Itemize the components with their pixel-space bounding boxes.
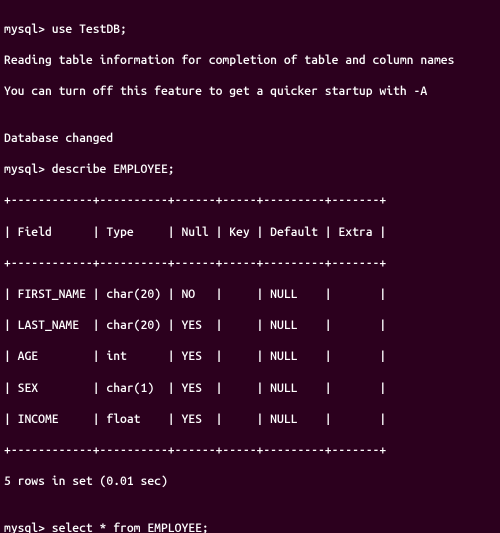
output-text: Reading table information for completion… xyxy=(4,53,496,69)
table-header: | Field | Type | Null | Key | Default | … xyxy=(4,225,496,241)
command-line: mysql> describe EMPLOYEE; xyxy=(4,162,496,178)
table-row: | SEX | char(1) | YES | | NULL | | xyxy=(4,381,496,397)
table-row: | INCOME | float | YES | | NULL | | xyxy=(4,412,496,428)
command-input: use TestDB; xyxy=(52,23,127,36)
output-text: Database changed xyxy=(4,131,496,147)
terminal[interactable]: mysql> use TestDB; Reading table informa… xyxy=(0,0,500,533)
table-row: | AGE | int | YES | | NULL | | xyxy=(4,349,496,365)
result-summary: 5 rows in set (0.01 sec) xyxy=(4,474,496,490)
mysql-prompt: mysql> xyxy=(4,23,52,36)
table-row: | LAST_NAME | char(20) | YES | | NULL | … xyxy=(4,318,496,334)
mysql-prompt: mysql> xyxy=(4,163,52,176)
mysql-prompt: mysql> xyxy=(4,522,52,533)
table-separator: +------------+----------+------+-----+--… xyxy=(4,443,496,459)
command-line: mysql> select * from EMPLOYEE; xyxy=(4,521,496,533)
table-separator: +------------+----------+------+-----+--… xyxy=(4,193,496,209)
output-text: You can turn off this feature to get a q… xyxy=(4,84,496,100)
table-row: | FIRST_NAME | char(20) | NO | | NULL | … xyxy=(4,287,496,303)
table-separator: +------------+----------+------+-----+--… xyxy=(4,256,496,272)
command-line: mysql> use TestDB; xyxy=(4,22,496,38)
command-input: select * from EMPLOYEE; xyxy=(52,522,209,533)
command-input: describe EMPLOYEE; xyxy=(52,163,175,176)
